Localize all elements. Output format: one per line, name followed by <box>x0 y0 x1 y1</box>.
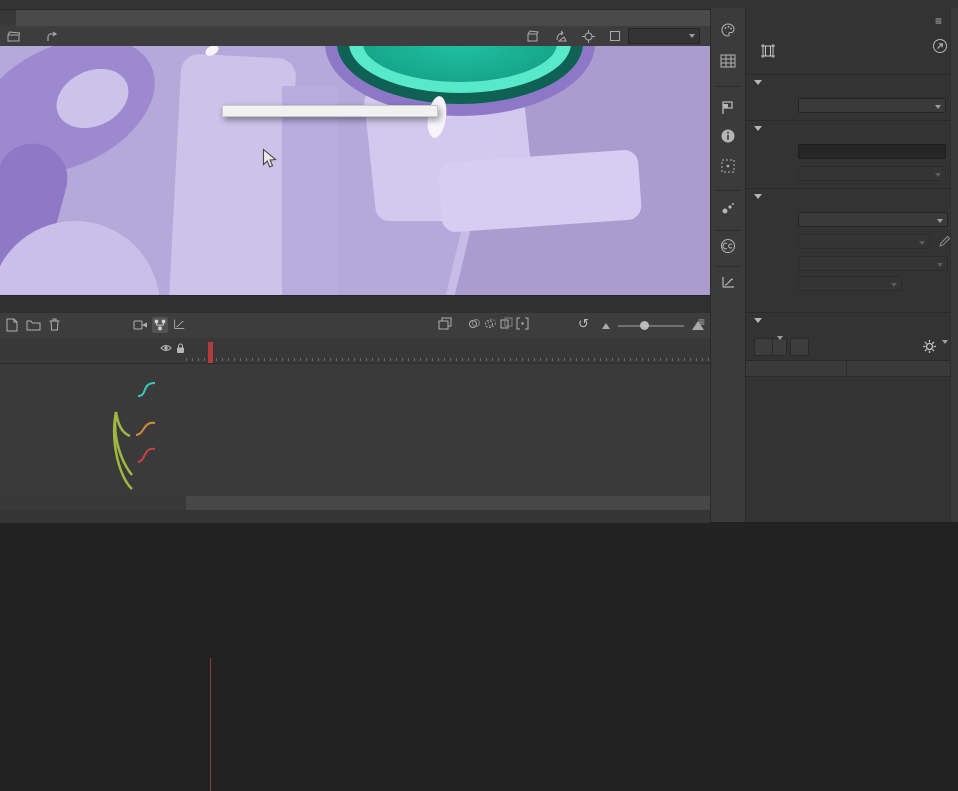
info-icon[interactable] <box>720 128 736 144</box>
section-header-color-effect[interactable] <box>754 80 767 85</box>
stage-shape-chest-plate <box>438 149 642 233</box>
chevron-down-icon <box>891 283 897 287</box>
panel-menu-icon[interactable]: ≡ <box>935 14 942 28</box>
layer-depth-graph-button[interactable] <box>172 317 186 331</box>
panel-scrollbar[interactable] <box>950 8 958 522</box>
collapse-triangle-icon <box>754 126 762 131</box>
clip-content-icon[interactable] <box>609 30 621 42</box>
timeline-empty-area <box>0 496 710 510</box>
center-stage-icon[interactable] <box>582 30 595 43</box>
camera-layer-button[interactable] <box>133 319 148 331</box>
add-filter-button[interactable] <box>754 338 773 356</box>
filters-column-divider <box>846 360 847 375</box>
ruler-ticks <box>186 358 710 361</box>
onion-skin-range-button[interactable] <box>500 317 513 330</box>
chevron-down-icon <box>937 219 943 223</box>
mouse-cursor <box>262 148 278 170</box>
frame-zoom-slider-track[interactable] <box>618 325 684 327</box>
zoom-level-dropdown[interactable] <box>628 28 700 44</box>
frame-picker-icon[interactable] <box>720 54 736 68</box>
timeline-tab-bar <box>0 296 710 314</box>
new-layer-button[interactable] <box>5 317 19 332</box>
chevron-down-icon <box>935 105 941 109</box>
chevron-down-icon <box>935 173 941 177</box>
add-filter-chevron[interactable] <box>772 338 787 356</box>
playhead[interactable] <box>208 342 213 363</box>
layer-parenting-button[interactable] <box>152 317 168 333</box>
quick-share-icon[interactable] <box>932 38 948 54</box>
transform-icon[interactable] <box>720 158 736 174</box>
section-header-label[interactable] <box>754 126 767 131</box>
eye-icon[interactable] <box>160 343 172 353</box>
timeline-panel: ↺ ≡ <box>0 295 710 523</box>
frame-type-icon <box>760 42 776 60</box>
timeline-toolbar: ↺ ≡ <box>0 313 710 339</box>
collapse-triangle-icon <box>754 194 762 199</box>
rotate-canvas-icon[interactable] <box>555 30 568 42</box>
sound-sync-dropdown <box>798 256 948 271</box>
stage-canvas[interactable] <box>0 46 710 295</box>
section-header-filters[interactable] <box>754 318 767 323</box>
mouth-frame-labels <box>0 378 710 390</box>
layer-parenting-links <box>0 363 190 496</box>
chevron-down-icon <box>937 263 943 267</box>
filter-options-gear-icon[interactable] <box>922 339 937 354</box>
delete-layer-button[interactable] <box>48 317 61 331</box>
filters-table-header <box>746 360 958 377</box>
scene-flag-icon[interactable] <box>720 100 735 115</box>
properties-panel: ≡ <box>746 8 958 522</box>
stage-shape-body-panel-2 <box>282 86 337 295</box>
timeline-menu-icon[interactable]: ≡ <box>698 315 705 329</box>
onion-skin-button[interactable] <box>468 317 481 330</box>
remove-filter-button[interactable] <box>790 338 809 356</box>
sound-name-dropdown[interactable] <box>798 212 948 227</box>
new-folder-button[interactable] <box>26 319 41 331</box>
clapperboard-icon[interactable] <box>7 31 20 42</box>
edit-multiple-frames-button[interactable] <box>438 317 453 331</box>
motion-editor-icon[interactable] <box>720 274 736 290</box>
onion-skin-outline-button[interactable] <box>484 317 497 330</box>
cc-libraries-icon[interactable] <box>720 238 736 254</box>
label-name-input[interactable] <box>798 144 946 159</box>
panel-dock-strip <box>710 8 746 522</box>
loop-playback-icon[interactable]: ↺ <box>578 316 589 332</box>
frame-zoom-slider-knob[interactable] <box>640 321 649 330</box>
chevron-down-icon <box>689 34 695 38</box>
label-type-dropdown <box>798 166 946 181</box>
properties-tab-bar <box>746 12 958 32</box>
collapse-triangle-icon <box>754 80 762 85</box>
document-tab-bar <box>0 10 710 26</box>
style-dropdown[interactable] <box>798 98 946 113</box>
onion-skin-anchor-button[interactable] <box>516 317 529 330</box>
timeline-bottom-strip <box>0 510 710 523</box>
brush-library-icon[interactable] <box>720 200 736 216</box>
symbol-icon <box>46 31 58 42</box>
frame-context-menu <box>222 105 438 117</box>
sound-repeat-dropdown <box>798 276 902 291</box>
camera-view-icon[interactable] <box>527 30 541 42</box>
playhead-line <box>210 658 211 791</box>
chevron-down-icon <box>919 241 925 245</box>
stage-shape-body-panel <box>168 53 296 295</box>
timeline-ruler[interactable] <box>0 338 710 364</box>
lock-icon[interactable] <box>175 342 186 354</box>
sound-effect-dropdown <box>798 234 930 249</box>
frame-size-small-icon[interactable] <box>602 323 610 329</box>
document-tab[interactable] <box>0 10 16 26</box>
section-header-sound[interactable] <box>754 194 767 199</box>
color-panel-icon[interactable] <box>720 22 736 38</box>
collapse-triangle-icon <box>754 318 762 323</box>
edit-bar <box>0 26 710 47</box>
